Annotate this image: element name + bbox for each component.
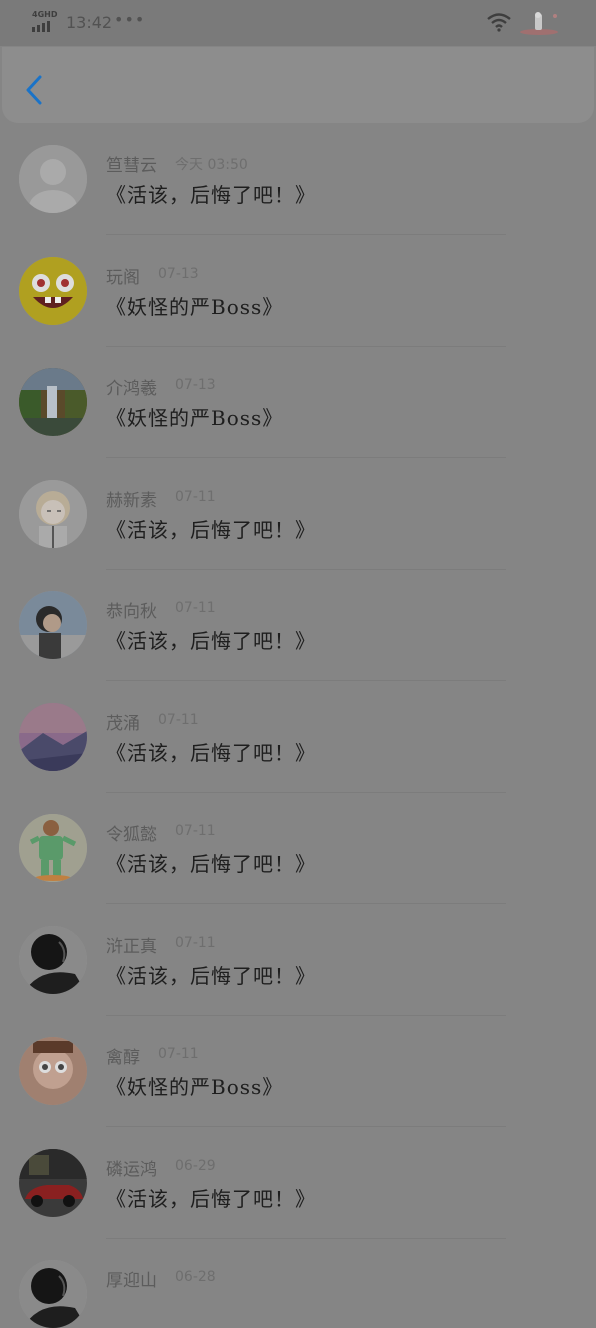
avatar[interactable] (19, 368, 87, 436)
comment-message: 《活该，后悔了吧！》 (106, 517, 316, 542)
avatar[interactable] (19, 479, 87, 548)
signal-icon: 4GHD (32, 10, 60, 32)
avatar[interactable] (19, 591, 87, 659)
commenter-name: 厚迎山 (106, 1271, 157, 1291)
commenter-name: 令狐懿 (106, 825, 157, 845)
comment-message: 《活该，后悔了吧！》 (106, 1186, 316, 1211)
comment-row[interactable]: 笪彗云 今天 03:50 《活该，后悔了吧！》 (0, 124, 596, 235)
comment-time: 06-28 (175, 1269, 216, 1285)
comment-time: 今天 03:50 (175, 157, 248, 173)
comment-row[interactable]: 禽醇 07-11 《妖怪的严Boss》 (0, 1016, 596, 1127)
comment-time: 07-11 (175, 934, 216, 951)
avatar[interactable] (19, 1037, 87, 1105)
commenter-name: 恭向秋 (106, 602, 157, 622)
comment-time: 07-11 (175, 823, 216, 839)
avatar[interactable] (19, 256, 87, 325)
comment-time: 06-29 (175, 1157, 216, 1174)
comment-time: 07-11 (158, 1046, 199, 1062)
commenter-name: 磷运鸿 (106, 1159, 157, 1180)
status-bar: 4GHD 13:42 ••• (0, 0, 596, 46)
comment-message: 《活该，后悔了吧！》 (106, 629, 316, 653)
comment-row[interactable]: 令狐懿 07-11 《活该，后悔了吧！》 (0, 793, 596, 904)
battery-icon (520, 12, 558, 35)
app-bar (2, 47, 594, 123)
comment-row[interactable]: 玩阁 07-13 《妖怪的严Boss》 (0, 236, 596, 347)
commenter-name: 茂涌 (106, 713, 140, 734)
comment-time: 07-13 (175, 377, 216, 393)
avatar[interactable] (19, 814, 87, 882)
overflow-dots: ••• (114, 10, 146, 29)
comment-message: 《活该，后悔了吧！》 (106, 183, 316, 207)
comment-row[interactable]: 厚迎山 06-28 (0, 1239, 596, 1328)
comment-row[interactable]: 磷运鸿 06-29 《活该，后悔了吧！》 (0, 1128, 596, 1239)
commenter-name: 介鸿羲 (106, 379, 157, 399)
clock: 13:42 (66, 13, 113, 32)
wifi-icon (487, 13, 511, 32)
comment-row[interactable]: 恭向秋 07-11 《活该，后悔了吧！》 (0, 570, 596, 681)
avatar[interactable] (19, 702, 87, 771)
comment-time: 07-11 (175, 600, 216, 616)
avatar[interactable] (19, 1148, 87, 1217)
commenter-name: 笪彗云 (106, 156, 157, 176)
avatar[interactable] (19, 925, 87, 994)
comment-row[interactable]: 浒正真 07-11 《活该，后悔了吧！》 (0, 905, 596, 1016)
commenter-name: 赫新素 (106, 490, 157, 511)
network-type: 4GHD (32, 10, 58, 19)
comment-time: 07-11 (175, 488, 216, 505)
avatar[interactable] (19, 1260, 87, 1328)
comment-row[interactable]: 赫新素 07-11 《活该，后悔了吧！》 (0, 459, 596, 570)
comment-message: 《妖怪的严Boss》 (106, 406, 284, 430)
avatar[interactable] (19, 145, 87, 213)
back-button[interactable] (20, 73, 48, 107)
comment-message: 《活该，后悔了吧！》 (106, 963, 316, 988)
commenter-name: 浒正真 (106, 936, 157, 957)
comment-row[interactable]: 介鸿羲 07-13 《妖怪的严Boss》 (0, 347, 596, 458)
comment-time: 07-11 (158, 711, 199, 728)
comment-message: 《活该，后悔了吧！》 (106, 852, 316, 876)
comment-message: 《活该，后悔了吧！》 (106, 740, 316, 765)
comment-message: 《妖怪的严Boss》 (106, 294, 284, 319)
comment-row[interactable]: 茂涌 07-11 《活该，后悔了吧！》 (0, 682, 596, 793)
comment-time: 07-13 (158, 265, 199, 282)
comment-message: 《妖怪的严Boss》 (106, 1075, 284, 1099)
commenter-name: 玩阁 (106, 267, 140, 288)
commenter-name: 禽醇 (106, 1048, 140, 1068)
